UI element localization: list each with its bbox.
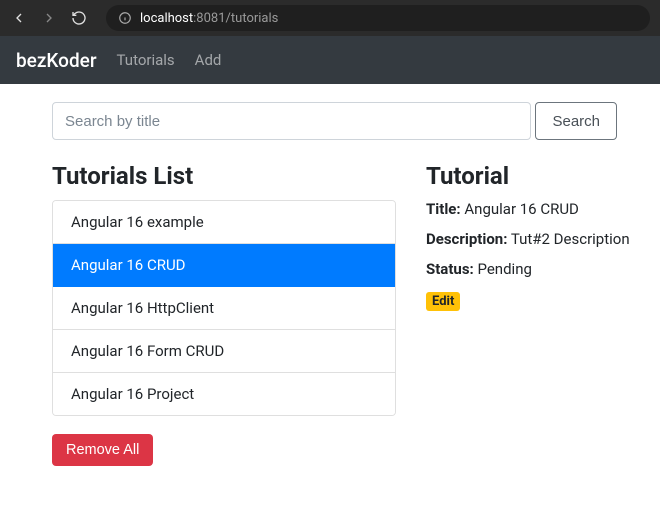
detail-status-value: Pending [477, 260, 531, 278]
info-icon [118, 11, 132, 25]
browser-toolbar: localhost:8081/tutorials [0, 0, 660, 36]
detail-heading: Tutorial [426, 162, 644, 190]
list-item[interactable]: Angular 16 CRUD [53, 244, 395, 287]
address-bar[interactable]: localhost:8081/tutorials [106, 5, 650, 31]
list-item[interactable]: Angular 16 Project [53, 373, 395, 415]
nav-link-add[interactable]: Add [195, 51, 222, 69]
url-host: localhost [140, 11, 193, 26]
list-item[interactable]: Angular 16 example [53, 201, 395, 244]
detail-status-row: Status: Pending [426, 260, 644, 278]
detail-description-label: Description: [426, 230, 507, 248]
nav-link-tutorials[interactable]: Tutorials [117, 51, 175, 69]
remove-all-button[interactable]: Remove All [52, 434, 153, 466]
forward-button[interactable] [40, 9, 58, 27]
list-item[interactable]: Angular 16 Form CRUD [53, 330, 395, 373]
tutorials-list: Angular 16 exampleAngular 16 CRUDAngular… [52, 200, 396, 416]
tutorials-list-column: Tutorials List Angular 16 exampleAngular… [52, 162, 396, 466]
detail-description-value: Tut#2 Description [511, 230, 630, 248]
main-columns: Tutorials List Angular 16 exampleAngular… [52, 162, 644, 466]
brand-logo[interactable]: bezKoder [16, 49, 97, 72]
search-button[interactable]: Search [535, 102, 617, 140]
list-heading: Tutorials List [52, 162, 396, 190]
reload-button[interactable] [70, 9, 88, 27]
url-path: :8081/tutorials [193, 11, 278, 26]
app-navbar: bezKoder Tutorials Add [0, 36, 660, 84]
tutorial-detail-column: Tutorial Title: Angular 16 CRUD Descript… [426, 162, 644, 466]
list-item[interactable]: Angular 16 HttpClient [53, 287, 395, 330]
back-button[interactable] [10, 9, 28, 27]
edit-button[interactable]: Edit [426, 292, 460, 311]
detail-title-value: Angular 16 CRUD [464, 200, 579, 218]
detail-description-row: Description: Tut#2 Description [426, 230, 644, 248]
search-row: Search [52, 102, 617, 140]
detail-status-label: Status: [426, 260, 474, 278]
detail-title-label: Title: [426, 200, 461, 218]
detail-title-row: Title: Angular 16 CRUD [426, 200, 644, 218]
main-content: Search Tutorials List Angular 16 example… [0, 84, 660, 486]
url-text: localhost:8081/tutorials [140, 11, 278, 26]
search-input[interactable] [52, 102, 531, 140]
